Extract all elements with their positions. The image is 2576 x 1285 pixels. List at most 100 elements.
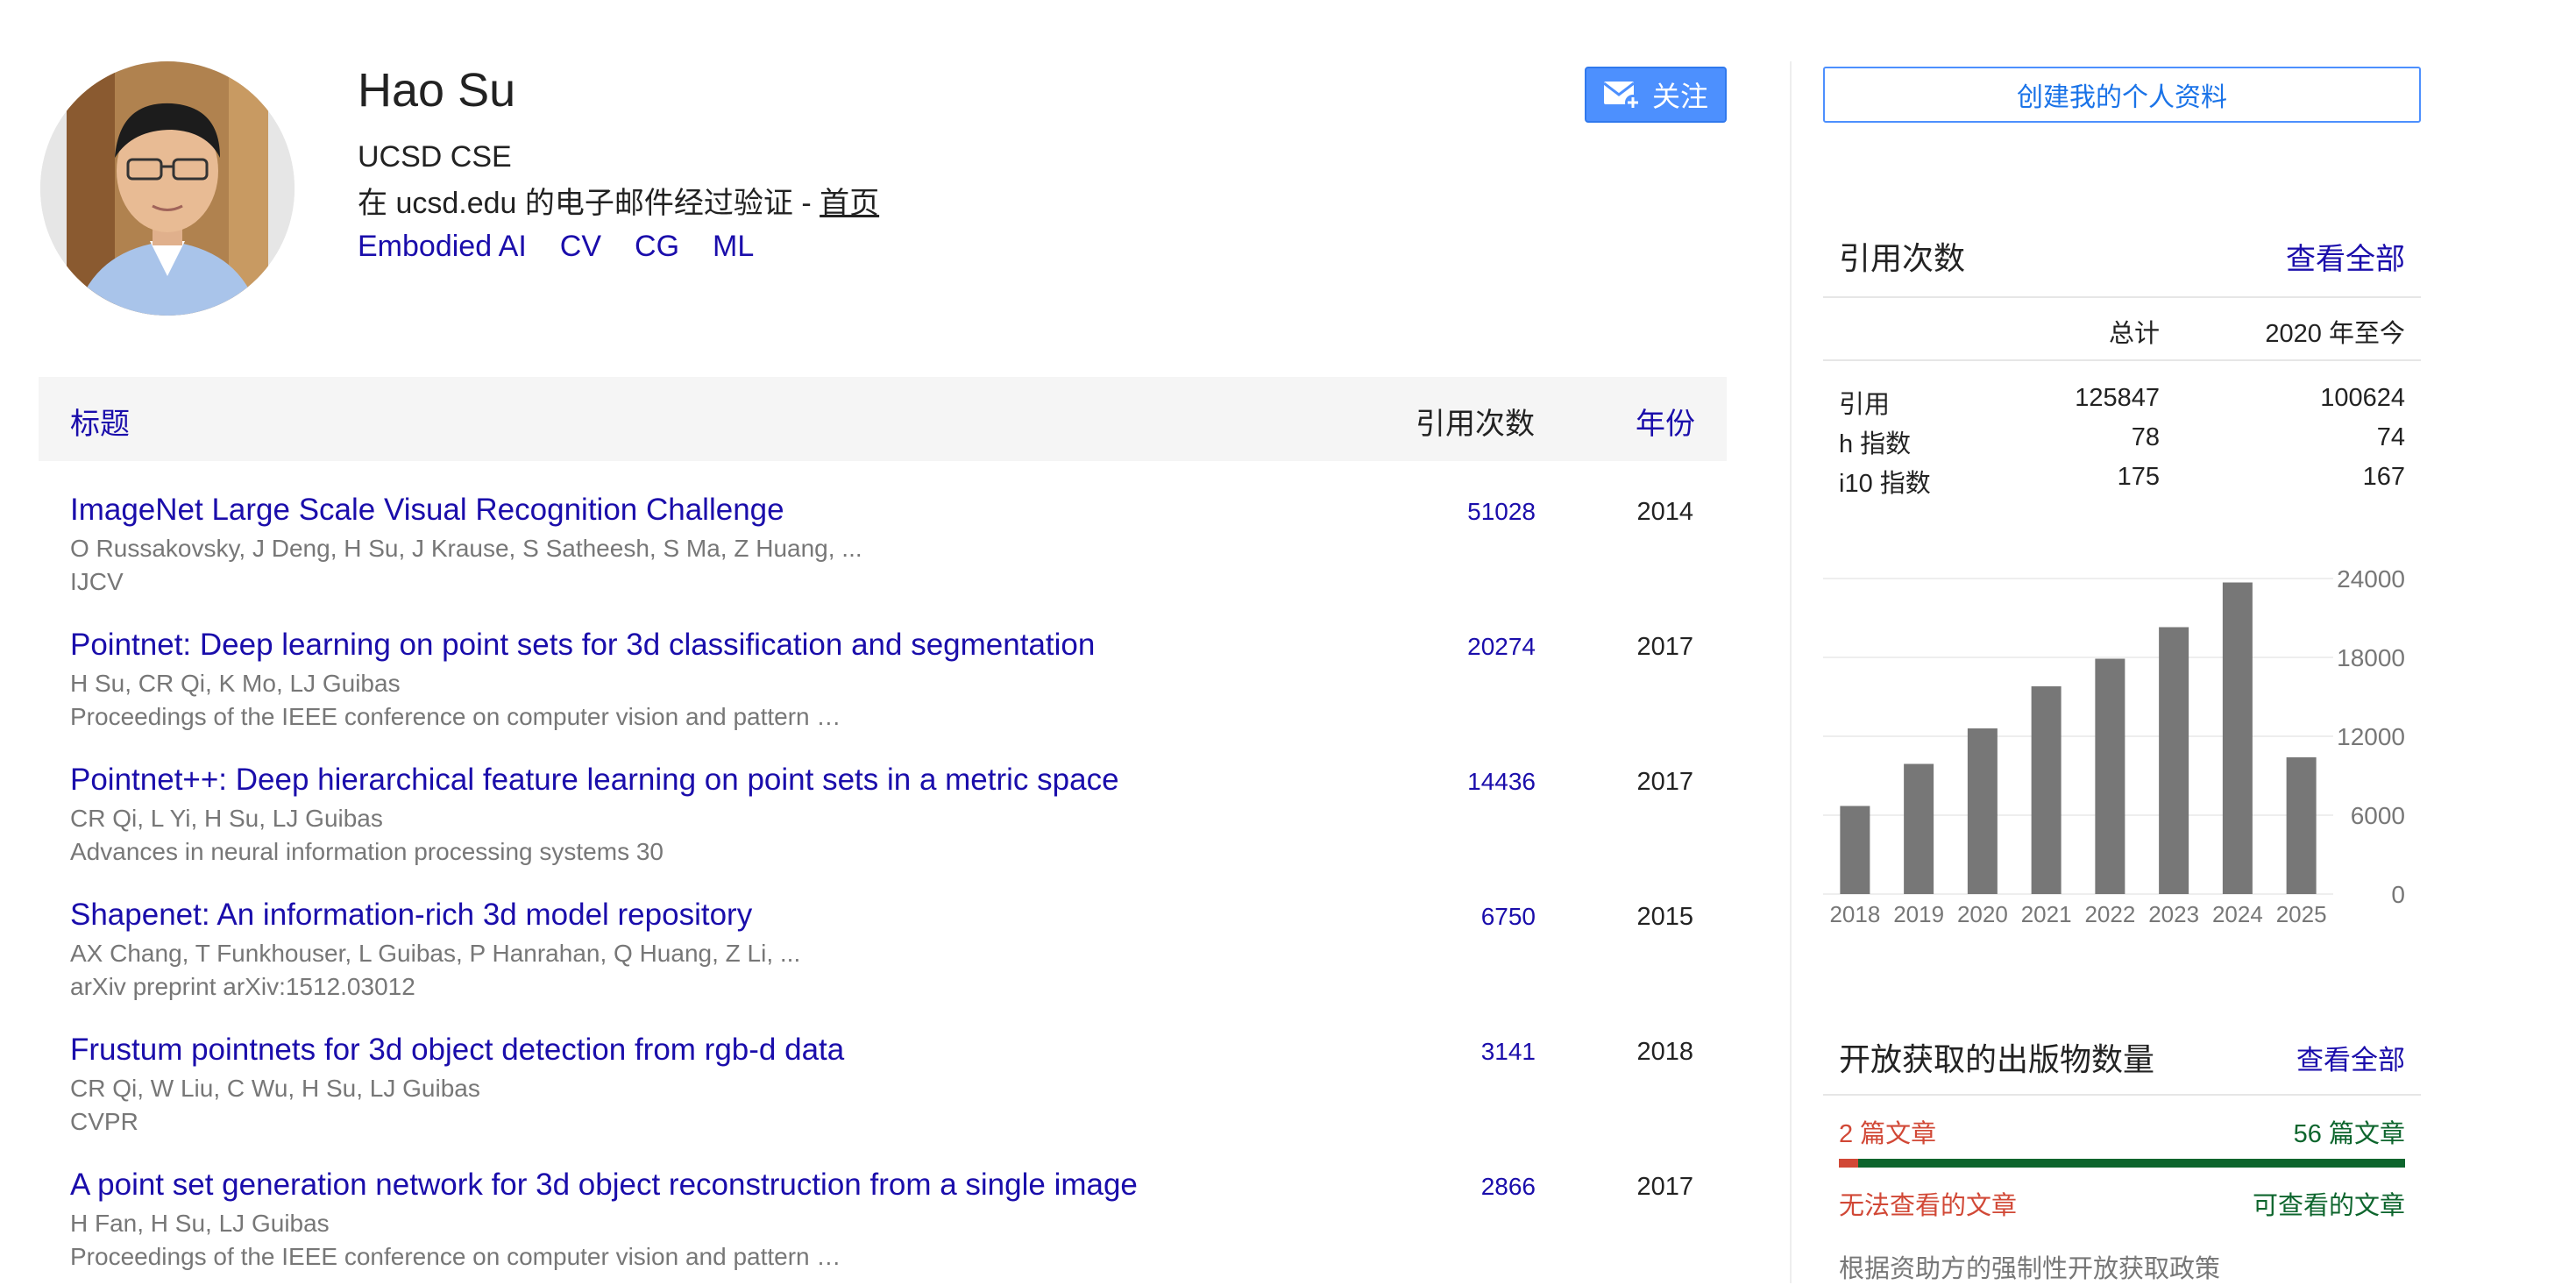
stat-label-h-index: h 指数 [1839,430,1912,458]
profile-interests: Embodied AI CV CG ML [358,230,754,264]
publication-year: 2017 [1636,633,1693,661]
publication-title[interactable]: Pointnet: Deep learning on point sets fo… [70,628,1700,663]
chart-y-tick-label: 18000 [2337,644,2405,671]
verified-text: 在 ucsd.edu 的电子邮件经过验证 - [358,187,820,220]
chart-y-tick-label: 0 [2391,881,2405,908]
publication-year: 2018 [1636,1038,1693,1066]
oa-mandate-text: 根据资助方的强制性开放获取政策 [1839,1255,2221,1283]
chart-x-tick-label: 2022 [2084,901,2135,927]
chart-bar-2022[interactable] [2095,658,2125,895]
cites-column-header: 引用次数 [1416,408,1535,441]
citations-view-all-link[interactable]: 查看全部 [2139,235,2405,278]
avatar-photo [40,61,295,316]
publication-title[interactable]: Pointnet++: Deep hierarchical feature le… [70,763,1700,798]
publication-authors: CR Qi, W Liu, C Wu, H Su, LJ Guibas [70,1075,480,1102]
chart-y-tick-label: 12000 [2337,723,2405,750]
stats-header-divider [1823,359,2421,361]
chart-x-tick-label: 2024 [2212,901,2263,927]
publication-title[interactable]: Shapenet: An information-rich 3d model r… [70,898,1700,933]
publication-authors: O Russakovsky, J Deng, H Su, J Krause, S… [70,535,862,562]
chart-y-tick-label: 6000 [2351,802,2405,829]
chart-x-tick-label: 2019 [1893,901,1944,927]
stat-h-index-total: 78 [2131,423,2160,451]
create-profile-button[interactable]: 创建我的个人资料 [1823,67,2421,123]
oa-unavailable-label: 无法查看的文章 [1839,1192,2018,1220]
chart-x-tick-label: 2025 [2276,901,2327,927]
publication-year: 2017 [1636,768,1693,796]
follow-button[interactable]: 关注 [1585,67,1727,123]
publication-venue: Proceedings of the IEEE conference on co… [70,703,841,730]
publication-venue: CVPR [70,1108,138,1135]
chart-bar-2020[interactable] [1967,728,1998,894]
oa-unavailable-count[interactable]: 2 篇文章 [1839,1113,1936,1150]
interest-cv[interactable]: CV [560,230,601,264]
stat-label-citations: 引用 [1839,391,1891,419]
chart-x-tick-label: 2020 [1957,901,2008,927]
publication-cites[interactable]: 51028 [1467,498,1536,526]
publication-row: Pointnet: Deep learning on point sets fo… [70,628,1700,731]
follow-label: 关注 [1651,81,1708,112]
oa-progress-bar [1839,1159,2405,1168]
publication-venue: Proceedings of the IEEE conference on co… [70,1243,841,1270]
open-access-divider [1823,1094,2421,1096]
publication-authors: AX Chang, T Funkhouser, L Guibas, P Hanr… [70,940,801,967]
stat-i10-index-total: 175 [2117,463,2160,491]
mail-plus-icon [1603,82,1641,110]
publication-venue: Advances in neural information processin… [70,838,664,865]
open-access-title: 开放获取的出版物数量 [1839,1041,2155,1077]
stat-label-i10-index: i10 指数 [1839,470,1931,498]
publication-cites[interactable]: 6750 [1481,903,1536,931]
publication-authors: H Su, CR Qi, K Mo, LJ Guibas [70,670,401,697]
publication-row: Pointnet++: Deep hierarchical feature le… [70,763,1700,866]
interest-embodied-ai[interactable]: Embodied AI [358,230,527,264]
publication-cites[interactable]: 3141 [1481,1038,1536,1066]
chart-bar-2023[interactable] [2159,627,2189,895]
stats-col-since: 2020 年至今 [2265,320,2405,348]
homepage-link[interactable]: 首页 [820,187,879,220]
chart-x-tick-label: 2023 [2148,901,2199,927]
oa-available-label: 可查看的文章 [2252,1192,2405,1220]
publication-cites[interactable]: 2866 [1481,1173,1536,1201]
profile-affiliation: UCSD CSE [358,140,512,174]
profile-verified-email: 在 ucsd.edu 的电子邮件经过验证 - 首页 [358,179,879,222]
chart-bar-2021[interactable] [2031,686,2062,894]
publication-year: 2017 [1636,1173,1693,1201]
chart-bar-2024[interactable] [2222,582,2253,895]
publication-row: A point set generation network for 3d ob… [70,1168,1700,1271]
interest-ml[interactable]: ML [713,230,754,264]
publication-venue: arXiv preprint arXiv:1512.03012 [70,973,415,1000]
publication-cites[interactable]: 20274 [1467,633,1536,661]
publication-title[interactable]: Frustum pointnets for 3d object detectio… [70,1033,1700,1068]
stat-i10-index-since: 167 [2362,463,2405,491]
profile-name: Hao Su [358,64,516,117]
publication-title[interactable]: A point set generation network for 3d ob… [70,1168,1700,1203]
chart-bar-2019[interactable] [1904,763,1934,895]
column-divider [1790,61,1792,1283]
stat-h-index-since: 74 [2376,423,2405,451]
publication-venue: IJCV [70,568,124,595]
sort-by-title[interactable]: 标题 [70,400,130,443]
stats-col-total: 总计 [2108,320,2160,348]
oa-progress-fill [1857,1159,2405,1168]
chart-x-tick-label: 2018 [1829,901,1880,927]
citations-per-year-chart: 0 6000 12000 18000 24000 2018 2019 2020 2021 2022… [1823,565,2405,927]
publication-authors: H Fan, H Su, LJ Guibas [70,1210,330,1237]
publication-row: Shapenet: An information-rich 3d model r… [70,898,1700,1001]
citations-divider [1823,296,2421,298]
publication-title[interactable]: ImageNet Large Scale Visual Recognition … [70,493,1700,528]
publication-year: 2014 [1636,498,1693,526]
citations-title: 引用次数 [1839,240,1966,276]
publication-authors: CR Qi, L Yi, H Su, LJ Guibas [70,805,383,832]
open-access-view-all-link[interactable]: 查看全部 [2139,1038,2405,1077]
oa-available-count[interactable]: 56 篇文章 [2191,1113,2405,1150]
profile-avatar [40,61,295,316]
stat-citations-total: 125847 [2075,384,2160,412]
chart-y-tick-label: 24000 [2337,565,2405,593]
publication-row: ImageNet Large Scale Visual Recognition … [70,493,1700,596]
chart-bar-2025[interactable] [2286,757,2317,894]
interest-cg[interactable]: CG [635,230,679,264]
publication-row: Frustum pointnets for 3d object detectio… [70,1033,1700,1136]
sort-by-year[interactable]: 年份 [1636,400,1695,443]
publication-cites[interactable]: 14436 [1467,768,1536,796]
chart-bar-2018[interactable] [1840,806,1870,895]
